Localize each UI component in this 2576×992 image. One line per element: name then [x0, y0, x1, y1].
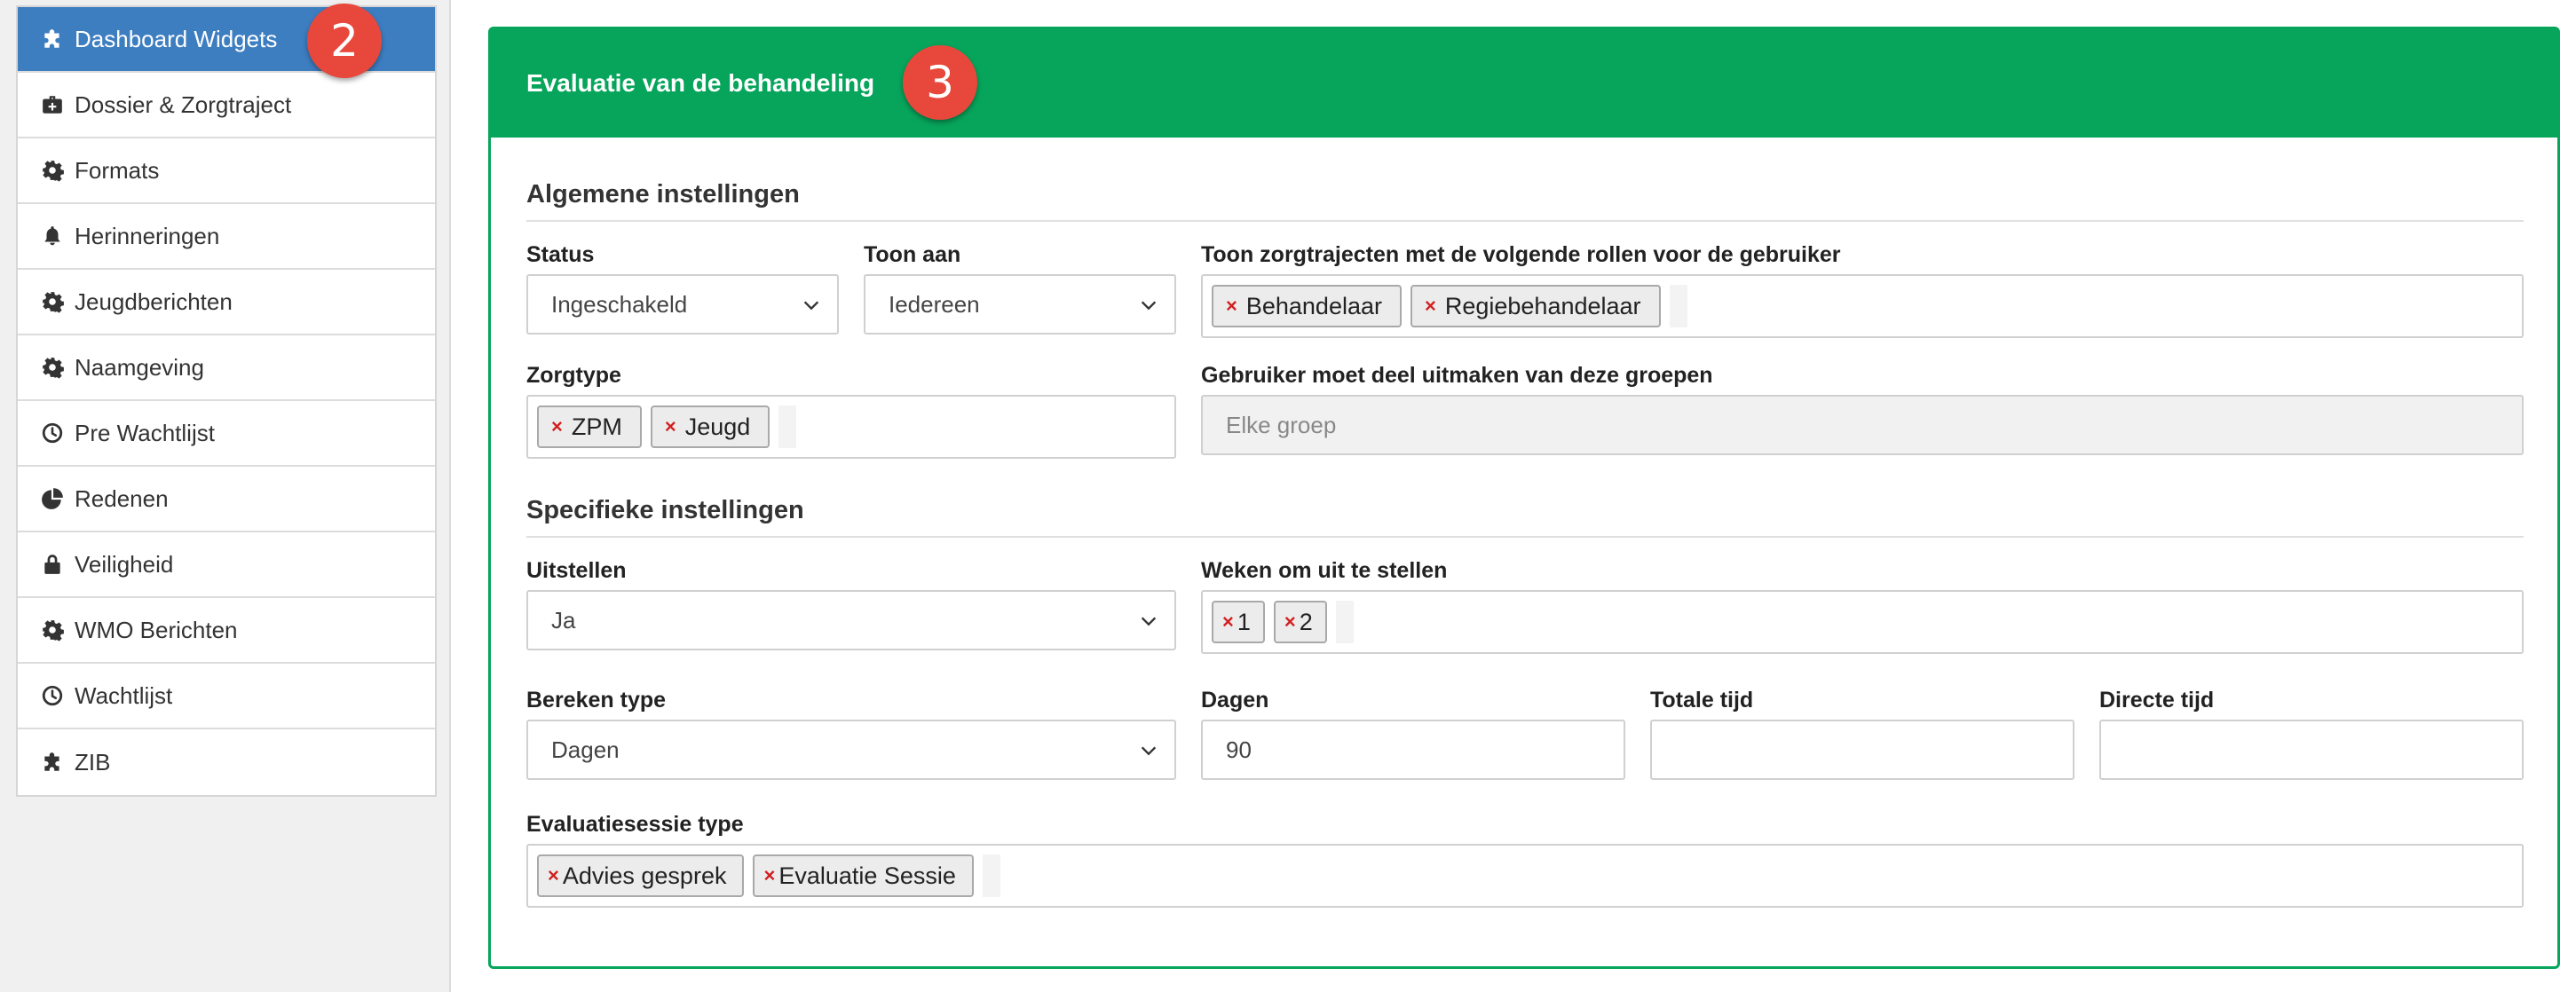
sidebar-item-label: Naamgeving [75, 353, 204, 381]
tag-chip[interactable]: × 2 [1273, 601, 1327, 643]
tag-chip[interactable]: × 1 [1212, 601, 1265, 643]
sidebar-item-wmo-berichten[interactable]: WMO Berichten [18, 598, 435, 664]
remove-tag-icon[interactable]: × [1226, 295, 1237, 318]
sidebar-item-naamgeving[interactable]: Naamgeving [18, 335, 435, 401]
chevron-down-icon [1141, 746, 1157, 756]
groepen-input[interactable]: Elke groep [1201, 395, 2524, 455]
tag-chip[interactable]: × Behandelaar [1212, 285, 1402, 327]
step-badge: 2 [307, 4, 382, 78]
dagen-value: 90 [1226, 736, 1252, 763]
sidebar-item-label: Dossier & Zorgtraject [75, 91, 292, 118]
pie-chart-icon [41, 487, 64, 510]
sidebar-item-pre-wachtlijst[interactable]: Pre Wachtlijst [18, 401, 435, 467]
bereken-label: Bereken type [526, 688, 667, 713]
remove-tag-icon[interactable]: × [1284, 610, 1296, 634]
sidebar-item-label: WMO Berichten [75, 616, 238, 643]
tag-chip[interactable]: × ZPM [537, 405, 642, 448]
directe-tijd-label: Directe tijd [2099, 688, 2215, 713]
sidebar-item-label: Redenen [75, 484, 169, 512]
chevron-down-icon [1141, 617, 1157, 626]
sidebar-item-veiligheid[interactable]: Veiligheid [18, 532, 435, 598]
tag-search-field[interactable] [1669, 285, 1687, 327]
bereken-value: Dagen [551, 736, 620, 763]
sidebar-item-formats[interactable]: Formats [18, 138, 435, 204]
sidebar-item-label: Veiligheid [75, 550, 174, 578]
bell-icon [41, 224, 64, 248]
sidebar-item-herinneringen[interactable]: Herinneringen [18, 204, 435, 270]
sidebar: Dashboard Widgets Dossier & Zorgtraject … [0, 0, 451, 992]
gear-icon [41, 618, 64, 642]
totale-tijd-label: Totale tijd [1650, 688, 1754, 713]
zorgtype-tag-input[interactable]: × ZPM × Jeugd [526, 395, 1176, 459]
gear-icon [41, 290, 64, 313]
evaluation-panel: Evaluatie van de behandeling 3 Algemene … [488, 27, 2560, 969]
status-select[interactable]: Ingeschakeld [526, 274, 839, 335]
tag-search-field[interactable] [778, 405, 797, 448]
sidebar-item-dossier-zorgtraject[interactable]: Dossier & Zorgtraject [18, 73, 435, 138]
medkit-icon [41, 93, 64, 116]
toon-aan-select[interactable]: Iedereen [864, 274, 1176, 335]
panel-title: Evaluatie van de behandeling [526, 69, 875, 97]
panel-header: Evaluatie van de behandeling 3 [491, 29, 2557, 138]
gear-icon [41, 159, 64, 182]
gear-icon [41, 356, 64, 379]
sidebar-item-jeugdberichten[interactable]: Jeugdberichten [18, 270, 435, 335]
section-title-general: Algemene instellingen [526, 180, 2524, 222]
remove-tag-icon[interactable]: × [1222, 610, 1234, 634]
section-title-specific: Specifieke instellingen [526, 496, 2524, 538]
uitstellen-label: Uitstellen [526, 558, 627, 583]
rollen-tag-input[interactable]: × Behandelaar × Regiebehandelaar [1201, 274, 2524, 338]
clock-icon [41, 684, 64, 707]
groepen-label: Gebruiker moet deel uitmaken van deze gr… [1201, 363, 1713, 388]
sidebar-item-label: Dashboard Widgets [75, 25, 278, 52]
groepen-placeholder: Elke groep [1226, 411, 1337, 438]
weken-tag-input[interactable]: × 1 × 2 [1201, 590, 2524, 654]
step-badge: 3 [903, 45, 977, 120]
puzzle-icon [41, 751, 64, 774]
sidebar-item-label: Jeugdberichten [75, 287, 233, 315]
toon-aan-value: Iedereen [889, 290, 980, 318]
uitstellen-select[interactable]: Ja [526, 590, 1176, 650]
tag-search-field[interactable] [1335, 601, 1354, 643]
uitstellen-value: Ja [551, 606, 576, 634]
remove-tag-icon[interactable]: × [548, 864, 559, 887]
rollen-label: Toon zorgtrajecten met de volgende rolle… [1201, 242, 1841, 267]
weken-label: Weken om uit te stellen [1201, 558, 1448, 583]
chevron-down-icon [803, 301, 819, 311]
sidebar-item-label: Formats [75, 156, 160, 184]
status-label: Status [526, 242, 595, 267]
sidebar-item-label: Herinneringen [75, 222, 220, 249]
directe-tijd-input[interactable] [2099, 720, 2524, 780]
status-value: Ingeschakeld [551, 290, 688, 318]
remove-tag-icon[interactable]: × [1425, 295, 1436, 318]
zorgtype-label: Zorgtype [526, 363, 621, 388]
sidebar-item-zib[interactable]: ZIB [18, 729, 435, 795]
tag-chip[interactable]: × Jeugd [650, 405, 770, 448]
sidebar-item-label: Wachtlijst [75, 681, 173, 709]
sidebar-item-redenen[interactable]: Redenen [18, 467, 435, 532]
clock-icon [41, 421, 64, 445]
tag-chip[interactable]: × Evaluatie Sessie [753, 854, 974, 897]
lock-icon [41, 553, 64, 576]
tag-chip[interactable]: × Advies gesprek [537, 854, 745, 897]
bereken-select[interactable]: Dagen [526, 720, 1176, 780]
totale-tijd-input[interactable] [1650, 720, 2074, 780]
sessie-label: Evaluatiesessie type [526, 812, 744, 837]
puzzle-icon [41, 28, 64, 51]
remove-tag-icon[interactable]: × [763, 864, 775, 887]
toon-aan-label: Toon aan [864, 242, 961, 267]
dagen-label: Dagen [1201, 688, 1269, 713]
tag-search-field[interactable] [982, 854, 1000, 897]
sidebar-item-wachtlijst[interactable]: Wachtlijst [18, 664, 435, 729]
sessie-tag-input[interactable]: × Advies gesprek × Evaluatie Sessie [526, 844, 2524, 908]
chevron-down-icon [1141, 301, 1157, 311]
tag-chip[interactable]: × Regiebehandelaar [1410, 285, 1661, 327]
remove-tag-icon[interactable]: × [665, 415, 676, 438]
dagen-input[interactable]: 90 [1201, 720, 1625, 780]
sidebar-item-label: ZIB [75, 748, 111, 775]
remove-tag-icon[interactable]: × [551, 415, 563, 438]
sidebar-menu: Dashboard Widgets Dossier & Zorgtraject … [16, 5, 437, 797]
sidebar-item-label: Pre Wachtlijst [75, 419, 215, 446]
